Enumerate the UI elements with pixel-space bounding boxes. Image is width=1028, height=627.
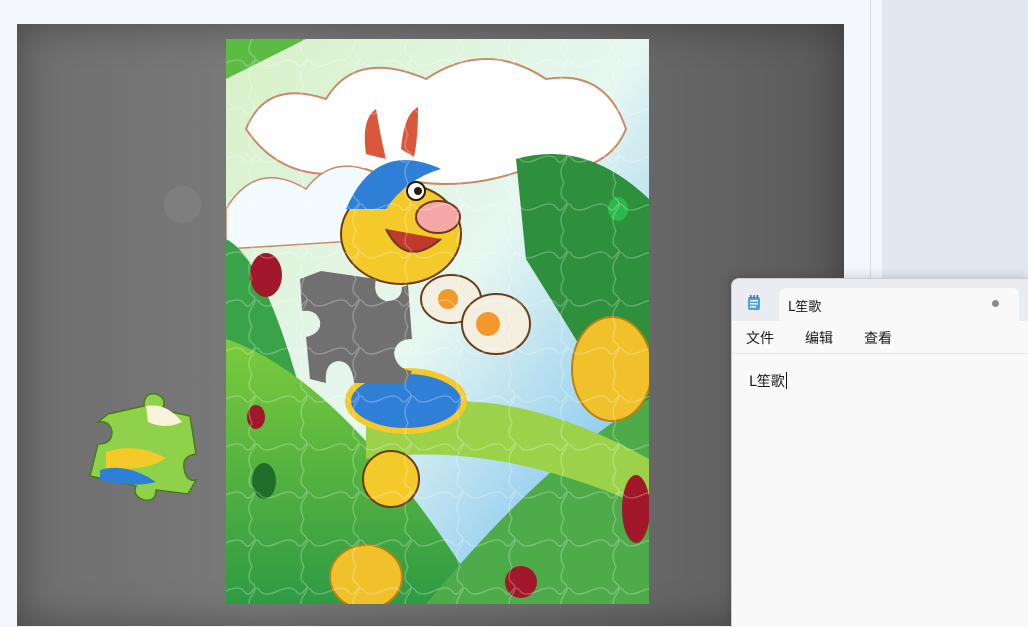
notepad-tab[interactable]: L笙歌 xyxy=(779,288,1019,321)
tab-title: L笙歌 xyxy=(788,300,822,315)
menu-file[interactable]: 文件 xyxy=(746,328,774,348)
text-caret xyxy=(785,372,787,389)
unsaved-dot-icon[interactable] xyxy=(992,300,999,307)
notepad-window[interactable]: L笙歌 文件 编辑 查看 L笙歌 xyxy=(731,278,1028,627)
notepad-icon xyxy=(748,295,760,310)
notepad-titlebar[interactable]: L笙歌 xyxy=(732,279,1028,321)
editor-content: L笙歌 xyxy=(749,374,785,390)
text-editor[interactable]: L笙歌 xyxy=(749,371,787,391)
puzzle-piece[interactable] xyxy=(86,392,200,502)
puzzle-image[interactable] xyxy=(226,39,649,604)
notepad-menubar: 文件 编辑 查看 xyxy=(732,321,1028,354)
menu-view[interactable]: 查看 xyxy=(864,328,892,348)
jigsaw-grid xyxy=(226,39,649,604)
menu-edit[interactable]: 编辑 xyxy=(805,328,833,348)
